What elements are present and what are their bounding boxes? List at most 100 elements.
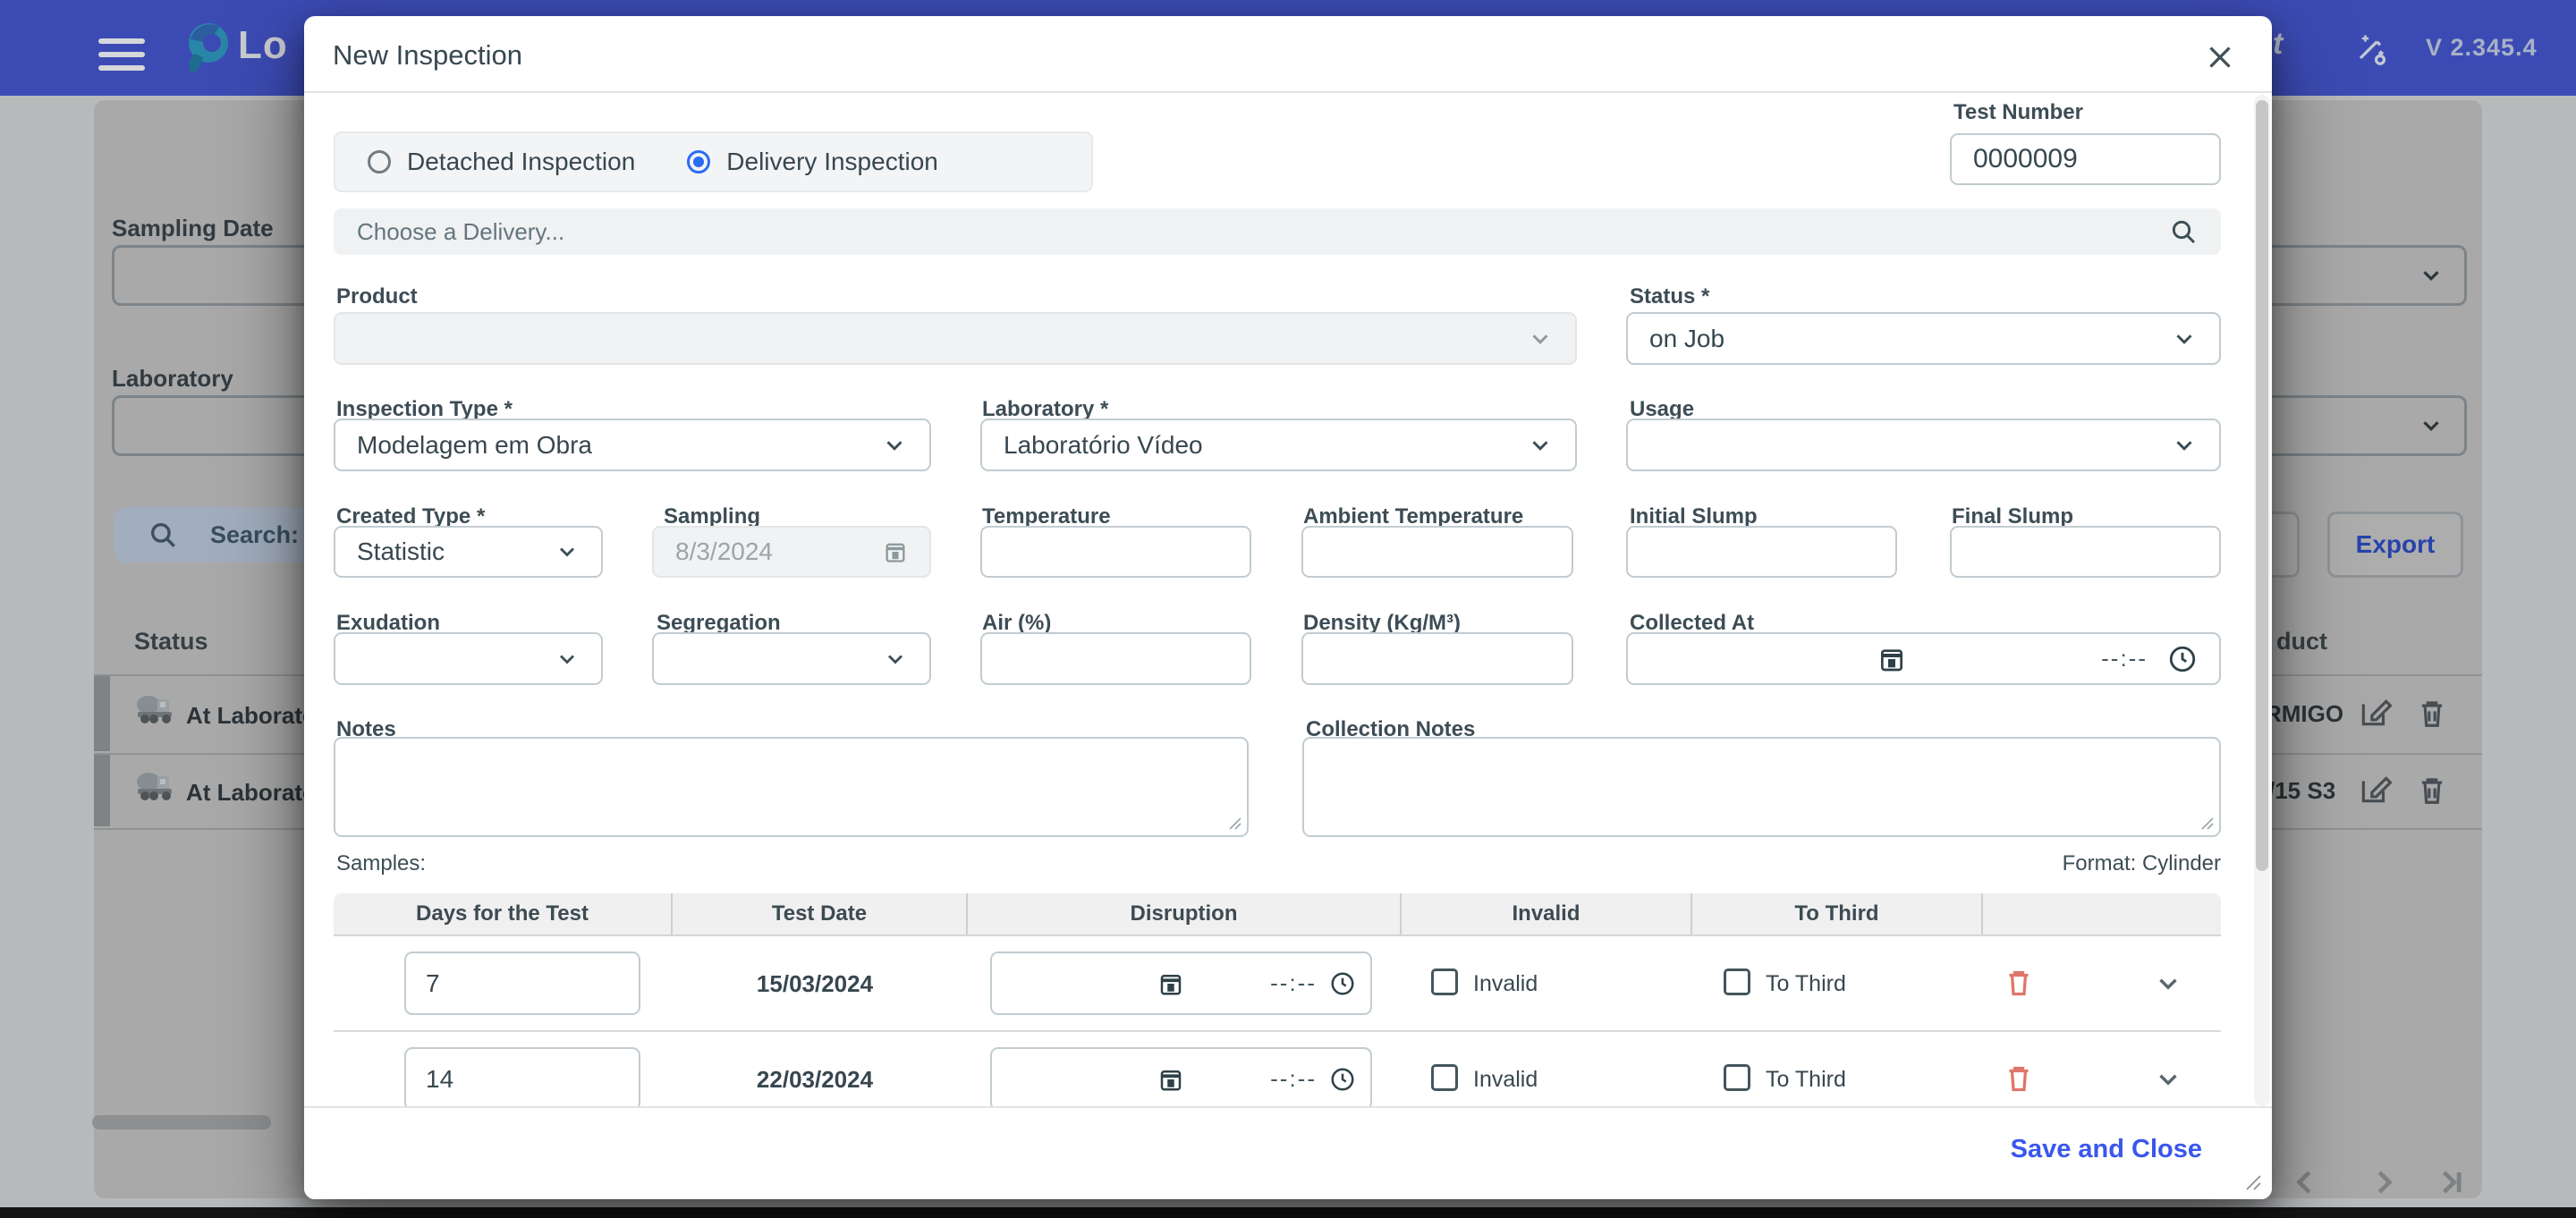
segregation-select[interactable] [652,632,931,685]
delete-icon[interactable] [2415,773,2449,807]
collection-notes-textarea[interactable] [1302,737,2221,837]
bg-search-label: Search: [210,520,300,548]
status-select[interactable]: on Job [1626,312,2221,365]
invalid-checkbox[interactable] [1431,968,1458,995]
column-header: Invalid [1400,893,1690,935]
chevron-down-icon [2423,421,2439,432]
calendar-icon[interactable] [1157,1066,1184,1093]
ambient-temperature-input[interactable] [1301,526,1573,578]
days-input[interactable]: 7 [404,952,640,1015]
edit-icon[interactable] [2358,696,2392,730]
bg-product-column-header: duct [2276,628,2327,655]
air-input[interactable] [980,632,1251,685]
next-page-icon[interactable] [2363,1163,2402,1202]
chevron-down-icon [888,655,902,664]
days-input[interactable]: 14 [404,1047,640,1111]
disruption-datetime-input[interactable]: --:-- [990,952,1372,1015]
status-label: Status * [1630,284,1710,309]
samples-format-label: Format: Cylinder [2062,851,2221,875]
resize-handle-icon[interactable] [1227,816,1241,830]
bg-row-product: /15 S3 [2268,777,2336,804]
resize-handle-icon[interactable] [2199,816,2214,830]
save-and-close-button[interactable]: Save and Close [2011,1135,2202,1164]
screen: Sampling Date Laboratory Search: Export … [0,0,2576,1218]
edit-icon[interactable] [2358,773,2392,807]
sampling-date-input[interactable]: 8/3/2024 [652,526,931,578]
bg-status-column-header: Status [134,628,208,655]
previous-page-icon[interactable] [2286,1163,2326,1202]
exudation-select[interactable] [334,632,603,685]
clock-icon[interactable] [2167,644,2198,674]
test-number-label: Test Number [1953,100,2083,124]
notes-textarea[interactable] [334,737,1249,837]
calendar-icon [886,543,905,562]
horizontal-scrollbar-thumb[interactable] [92,1115,271,1129]
calendar-icon[interactable] [1877,645,1906,673]
laboratory-select[interactable]: Laboratório Vídeo [980,419,1577,471]
last-page-icon[interactable] [2431,1163,2470,1202]
dialog-footer: Save and Close [304,1106,2272,1199]
bg-laboratory-label: Laboratory [112,365,233,392]
detached-inspection-label: Detached Inspection [407,148,636,175]
test-number-input[interactable]: 0000009 [1950,133,2221,185]
close-icon[interactable] [2204,41,2236,73]
header-user-text: t [2273,27,2284,61]
usage-select[interactable] [1626,419,2221,471]
chevron-down-icon [2176,334,2192,344]
collected-at-input[interactable]: --:-- [1626,632,2221,685]
delete-icon[interactable] [2415,696,2449,730]
delete-sample-icon[interactable] [2003,966,2035,998]
invalid-label: Invalid [1473,1067,1538,1092]
column-header: Days for the Test [416,901,589,926]
clock-icon[interactable] [1329,1066,1356,1093]
column-header: To Third [1690,893,1981,935]
magic-wand-icon[interactable] [2351,29,2390,68]
bg-row-product: RMIGO [2265,700,2344,727]
created-type-select[interactable]: Statistic [334,526,603,578]
mixer-truck-icon [137,696,172,723]
product-select[interactable] [334,312,1577,365]
final-slump-input[interactable] [1950,526,2221,578]
invalid-checkbox[interactable] [1431,1064,1458,1091]
chevron-down-icon [886,440,902,451]
column-header: Test Date [671,893,966,935]
bg-sampling-date-label: Sampling Date [112,215,274,241]
test-date: 15/03/2024 [756,970,874,997]
test-date: 22/03/2024 [756,1066,874,1093]
search-icon [150,522,175,547]
export-button[interactable]: Export [2327,512,2463,578]
samples-table-header: Days for the Test Test Date Disruption I… [334,893,2221,936]
sample-row: 7 15/03/2024 --:-- Invalid To Third [334,936,2221,1032]
chevron-down-icon [1532,334,1548,344]
bg-row-selection-strip [94,676,110,751]
chevron-down-icon [560,547,574,557]
menu-icon[interactable] [98,30,145,79]
samples-label: Samples: [336,851,427,875]
to-third-checkbox[interactable] [1724,1064,1750,1091]
delivery-inspection-label: Delivery Inspection [726,148,938,175]
delete-sample-icon[interactable] [2003,1062,2035,1094]
clock-icon[interactable] [1329,970,1356,997]
inspection-type-select[interactable]: Modelagem em Obra [334,419,931,471]
samples-table: Days for the Test Test Date Disruption I… [334,893,2221,1128]
detached-inspection-radio[interactable] [368,150,391,173]
expand-row-icon[interactable] [2153,1064,2183,1095]
delivery-inspection-radio[interactable] [687,150,711,173]
product-label: Product [336,284,418,309]
window-bottom-edge [0,1207,2576,1218]
initial-slump-input[interactable] [1626,526,1897,578]
disruption-datetime-input[interactable]: --:-- [990,1047,1372,1111]
temperature-input[interactable] [980,526,1251,578]
dialog-resize-handle[interactable] [2243,1172,2261,1190]
expand-row-icon[interactable] [2153,968,2183,999]
dialog-scrollbar-track[interactable] [2254,95,2270,1106]
bg-row-selection-strip [94,755,110,826]
to-third-checkbox[interactable] [1724,968,1750,995]
app-logo-icon [189,23,228,73]
dialog-scrollbar-thumb[interactable] [2256,100,2268,871]
dialog-title: New Inspection [333,39,522,71]
calendar-icon[interactable] [1157,970,1184,997]
density-input[interactable] [1301,632,1573,685]
delivery-search-input[interactable]: Choose a Delivery... [334,208,2221,255]
column-header: Disruption [966,893,1400,935]
